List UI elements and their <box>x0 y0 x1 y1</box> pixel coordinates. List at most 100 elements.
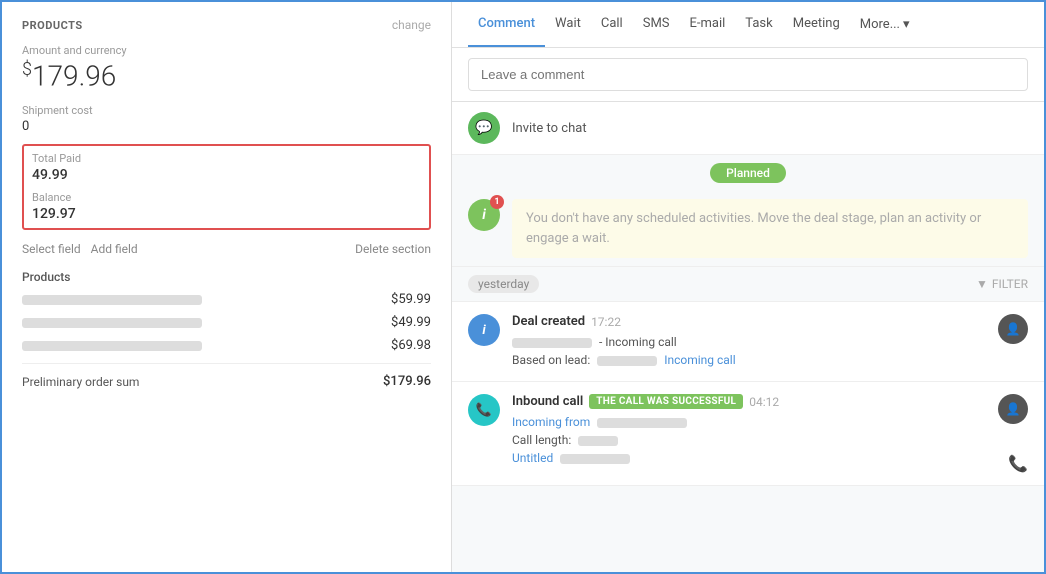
invite-text: Invite to chat <box>512 121 587 136</box>
action-left: Select field Add field <box>22 242 138 256</box>
right-panel: Comment Wait Call SMS E-mail Task Meetin… <box>452 2 1044 572</box>
untitled-link[interactable]: Untitled <box>512 451 553 465</box>
divider <box>22 363 431 364</box>
info-letter: i <box>482 207 486 223</box>
preliminary-value: $179.96 <box>383 374 431 389</box>
planned-divider: Planned <box>452 155 1044 191</box>
products-header: PRODUCTS change <box>22 18 431 32</box>
caller-bar <box>597 418 687 428</box>
inbound-call-entry: 📞 Inbound call THE CALL WAS SUCCESSFUL 0… <box>452 382 1044 486</box>
balance-label: Balance <box>32 191 421 204</box>
deal-created-entry: i Deal created 17:22 - Incoming call Bas… <box>452 302 1044 382</box>
tab-more-label: More... <box>860 17 900 32</box>
yesterday-divider: yesterday ▼ FILTER <box>452 266 1044 302</box>
scheduled-notice-row: i 1 You don't have any scheduled activit… <box>452 191 1044 266</box>
tab-meeting[interactable]: Meeting <box>783 2 850 47</box>
call-avatar: 👤 <box>998 394 1028 424</box>
product-price-1: $59.99 <box>391 292 431 307</box>
deal-entry-text: - Incoming call Based on lead: Incoming … <box>512 333 986 369</box>
change-link[interactable]: change <box>392 18 431 32</box>
products-title: PRODUCTS <box>22 19 83 32</box>
planned-badge: Planned <box>710 163 786 183</box>
product-row-3: $69.98 <box>22 338 431 353</box>
info-symbol: i <box>482 323 485 338</box>
products-section-title: Products <box>22 270 431 284</box>
tab-call[interactable]: Call <box>591 2 633 47</box>
product-name-bar-1 <box>22 295 202 305</box>
preliminary-label: Preliminary order sum <box>22 375 139 389</box>
amount-number: 179.96 <box>32 59 116 92</box>
main-container: PRODUCTS change Amount and currency $179… <box>0 0 1046 574</box>
left-panel: PRODUCTS change Amount and currency $179… <box>2 2 452 572</box>
deal-info-icon: i <box>468 314 500 346</box>
deal-incoming-link[interactable]: Incoming call <box>664 353 735 367</box>
filter-button[interactable]: ▼ FILTER <box>976 277 1028 291</box>
call-length-label: Call length: <box>512 433 571 447</box>
tabs-bar: Comment Wait Call SMS E-mail Task Meetin… <box>452 2 1044 48</box>
tab-wait[interactable]: Wait <box>545 2 591 47</box>
product-row-1: $59.99 <box>22 292 431 307</box>
deal-created-time: 17:22 <box>591 315 621 329</box>
deal-entry-header: Deal created 17:22 <box>512 314 986 329</box>
call-entry-header: Inbound call THE CALL WAS SUCCESSFUL 04:… <box>512 394 986 409</box>
call-entry-right: 👤 📞 <box>998 394 1028 473</box>
tab-email[interactable]: E-mail <box>680 2 736 47</box>
deal-lead-bar <box>597 356 657 366</box>
avatar-symbol: 👤 <box>1006 322 1021 336</box>
yesterday-label: yesterday <box>468 275 539 293</box>
deal-incoming-label: - Incoming call <box>599 335 677 349</box>
deal-entry-body: Deal created 17:22 - Incoming call Based… <box>512 314 986 369</box>
feed-area: 💬 Invite to chat Planned i 1 You don't h… <box>452 102 1044 572</box>
untitled-bar <box>560 454 630 464</box>
phone-icon: 📞 <box>476 403 492 418</box>
add-field-link[interactable]: Add field <box>91 242 138 256</box>
invite-row: 💬 Invite to chat <box>452 102 1044 155</box>
balance-value: 129.97 <box>32 206 421 222</box>
product-name-bar-3 <box>22 341 202 351</box>
select-field-link[interactable]: Select field <box>22 242 81 256</box>
total-row: Preliminary order sum $179.96 <box>22 374 431 389</box>
tab-sms[interactable]: SMS <box>633 2 680 47</box>
call-avatar-symbol: 👤 <box>1006 402 1021 416</box>
tab-comment[interactable]: Comment <box>468 2 545 47</box>
call-time: 04:12 <box>749 395 779 409</box>
call-length-bar <box>578 436 618 446</box>
invite-chat-icon: 💬 <box>468 112 500 144</box>
chat-bubble-icon: 💬 <box>475 120 492 136</box>
product-price-2: $49.99 <box>391 315 431 330</box>
shipment-value: 0 <box>22 119 431 134</box>
chevron-down-icon: ▾ <box>903 17 910 32</box>
phone-small-icon: 📞 <box>1008 454 1028 473</box>
call-success-badge: THE CALL WAS SUCCESSFUL <box>589 394 743 409</box>
tab-task[interactable]: Task <box>735 2 782 47</box>
badge-count: 1 <box>490 195 504 209</box>
product-row-2: $49.99 <box>22 315 431 330</box>
delete-section-link[interactable]: Delete section <box>355 242 431 256</box>
comment-input[interactable] <box>468 58 1028 91</box>
scheduled-notice: You don't have any scheduled activities.… <box>512 199 1028 258</box>
shipment-label: Shipment cost <box>22 104 431 117</box>
deal-name-bar <box>512 338 592 348</box>
incoming-from-label: Incoming from <box>512 415 590 429</box>
amount-label: Amount and currency <box>22 44 431 57</box>
product-price-3: $69.98 <box>391 338 431 353</box>
highlighted-totals-box: Total Paid 49.99 Balance 129.97 <box>22 144 431 230</box>
currency-symbol: $ <box>22 59 32 80</box>
inbound-call-title: Inbound call <box>512 394 583 409</box>
deal-created-title: Deal created <box>512 314 585 329</box>
amount-value: $179.96 <box>22 59 431 92</box>
deal-based-label: Based on lead: <box>512 353 590 367</box>
call-entry-icon: 📞 <box>468 394 500 426</box>
total-paid-label: Total Paid <box>32 152 421 165</box>
info-badge-icon: i 1 <box>468 199 500 231</box>
call-entry-body: Inbound call THE CALL WAS SUCCESSFUL 04:… <box>512 394 986 467</box>
amount-field: Amount and currency $179.96 <box>22 44 431 92</box>
action-row: Select field Add field Delete section <box>22 242 431 256</box>
call-entry-text: Incoming from Call length: Untitled <box>512 413 986 467</box>
total-paid-value: 49.99 <box>32 167 421 183</box>
filter-icon: ▼ <box>976 277 988 291</box>
tab-more[interactable]: More... ▾ <box>850 3 920 46</box>
comment-input-area <box>452 48 1044 102</box>
product-name-bar-2 <box>22 318 202 328</box>
deal-avatar: 👤 <box>998 314 1028 344</box>
